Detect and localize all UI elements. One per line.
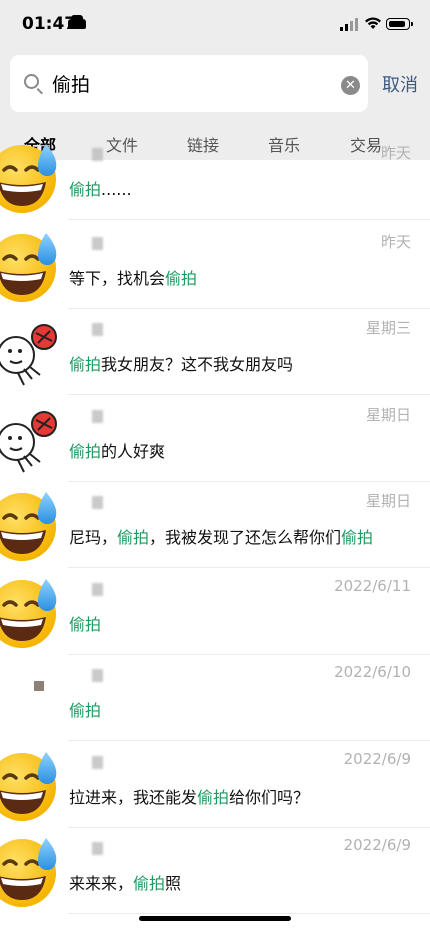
snippet-text: 给你们吗？ — [229, 788, 310, 807]
keyword-highlight: 偷拍 — [117, 528, 150, 547]
keyword-highlight: 偷拍 — [197, 788, 230, 807]
wifi-icon — [364, 15, 382, 34]
snippet-text: 尼玛， — [69, 528, 118, 547]
avatar[interactable] — [0, 746, 64, 824]
result-time: 星期三 — [365, 319, 411, 337]
search-result-row[interactable]: 昨天等下，找机会偷拍 — [0, 223, 430, 309]
search-result-row[interactable]: 星期日 尼玛，偷拍，我被发现了还怎么帮你们偷拍 — [0, 482, 430, 568]
row-divider — [68, 740, 430, 741]
snippet-text: ...... — [101, 180, 132, 199]
snippet-text: 照 — [165, 874, 182, 893]
avatar[interactable] — [0, 138, 64, 216]
contact-name-blurred — [92, 148, 103, 161]
message-snippet: 等下，找机会偷拍 — [69, 265, 197, 289]
contact-name-blurred — [92, 410, 103, 423]
battery-icon — [386, 18, 413, 30]
message-snippet: 偷拍的人好爽 — [69, 438, 165, 462]
keyword-highlight: 偷拍 — [69, 355, 102, 374]
keyword-highlight: 偷拍 — [133, 874, 166, 893]
search-result-row[interactable]: 昨天偷拍...... — [0, 134, 430, 220]
snippet-text: ，我被发现了还怎么帮你们 — [149, 528, 342, 547]
clear-icon[interactable]: ✕ — [341, 76, 360, 95]
sweat-smile-emoji-icon — [0, 492, 57, 561]
message-snippet: 偷拍 — [69, 611, 101, 635]
search-result-row[interactable]: 2022/6/11 偷拍 — [0, 569, 430, 655]
avatar[interactable] — [0, 573, 64, 651]
search-result-row[interactable]: 星期三偷拍我女朋友？这不我女朋友吗 — [0, 309, 430, 395]
keyword-highlight: 偷拍 — [341, 528, 374, 547]
status-bar: 01:47 — [0, 0, 430, 50]
result-time: 2022/6/9 — [343, 750, 411, 768]
row-divider — [68, 913, 430, 914]
search-result-row[interactable]: 2022/6/10 偷拍 — [0, 655, 430, 741]
search-input[interactable]: 偷拍 — [52, 70, 90, 97]
sweat-smile-emoji-icon — [0, 579, 57, 648]
result-time: 2022/6/9 — [343, 836, 411, 854]
search-icon — [24, 74, 39, 89]
cancel-button[interactable]: 取消 — [382, 71, 418, 97]
search-box[interactable]: 偷拍 ✕ — [10, 55, 368, 112]
result-time: 星期日 — [365, 492, 411, 510]
contact-name-blurred — [92, 323, 103, 336]
message-snippet: 尼玛，偷拍，我被发现了还怎么帮你们偷拍 — [69, 524, 373, 548]
contact-name-blurred — [92, 842, 103, 855]
avatar[interactable] — [0, 313, 64, 391]
car-icon — [68, 15, 86, 29]
message-snippet: 拉进来，我还能发偷拍给你们吗？ — [69, 784, 309, 808]
contact-name-blurred — [92, 669, 103, 682]
avatar[interactable] — [0, 832, 64, 910]
snippet-text: 拉进来，我还能发 — [69, 788, 198, 807]
avatar[interactable] — [0, 659, 64, 737]
sweat-smile-emoji-icon — [0, 233, 57, 302]
home-indicator — [139, 916, 291, 921]
keyword-highlight: 偷拍 — [69, 615, 102, 634]
result-time: 昨天 — [380, 144, 411, 162]
sweat-smile-emoji-icon — [0, 838, 57, 907]
sticker-image-icon — [0, 324, 57, 386]
avatar[interactable] — [0, 400, 64, 478]
keyword-highlight: 偷拍 — [69, 701, 102, 720]
keyword-highlight: 偷拍 — [165, 269, 198, 288]
row-divider — [68, 219, 430, 220]
sweat-smile-emoji-icon — [0, 144, 57, 213]
result-time: 2022/6/10 — [334, 663, 411, 681]
message-snippet: 来来来，偷拍照 — [69, 870, 181, 894]
snippet-text: 我女朋友？这不我女朋友吗 — [101, 355, 294, 374]
sweat-smile-emoji-icon — [0, 752, 57, 821]
row-divider — [68, 394, 430, 395]
contact-name-blurred — [92, 237, 103, 250]
cellular-signal-icon — [340, 18, 360, 31]
result-time: 2022/6/11 — [334, 577, 411, 595]
contact-name-blurred — [92, 756, 103, 769]
sticker-image-icon — [0, 411, 57, 473]
row-divider — [68, 567, 430, 568]
search-area: 偷拍 ✕ 取消 — [0, 50, 430, 120]
message-snippet: 偷拍...... — [69, 176, 132, 200]
snippet-text: 来来来， — [69, 874, 134, 893]
contact-name-blurred — [92, 583, 103, 596]
keyword-highlight: 偷拍 — [69, 442, 102, 461]
avatar[interactable] — [0, 486, 64, 564]
contact-name-blurred — [92, 496, 103, 509]
snippet-text: 的人好爽 — [101, 442, 166, 461]
result-time: 星期日 — [365, 406, 411, 424]
message-snippet: 偷拍我女朋友？这不我女朋友吗 — [69, 351, 293, 375]
search-result-row[interactable]: 星期日偷拍的人好爽 — [0, 396, 430, 482]
search-result-row[interactable]: 2022/6/9 拉进来，我还能发偷拍给你们吗？ — [0, 742, 430, 828]
message-snippet: 偷拍 — [69, 697, 101, 721]
snippet-text: 等下，找机会 — [69, 269, 166, 288]
avatar[interactable] — [0, 227, 64, 305]
search-result-row[interactable]: 2022/6/9 来来来，偷拍照 — [0, 828, 430, 914]
result-time: 昨天 — [380, 233, 411, 251]
keyword-highlight: 偷拍 — [69, 180, 102, 199]
